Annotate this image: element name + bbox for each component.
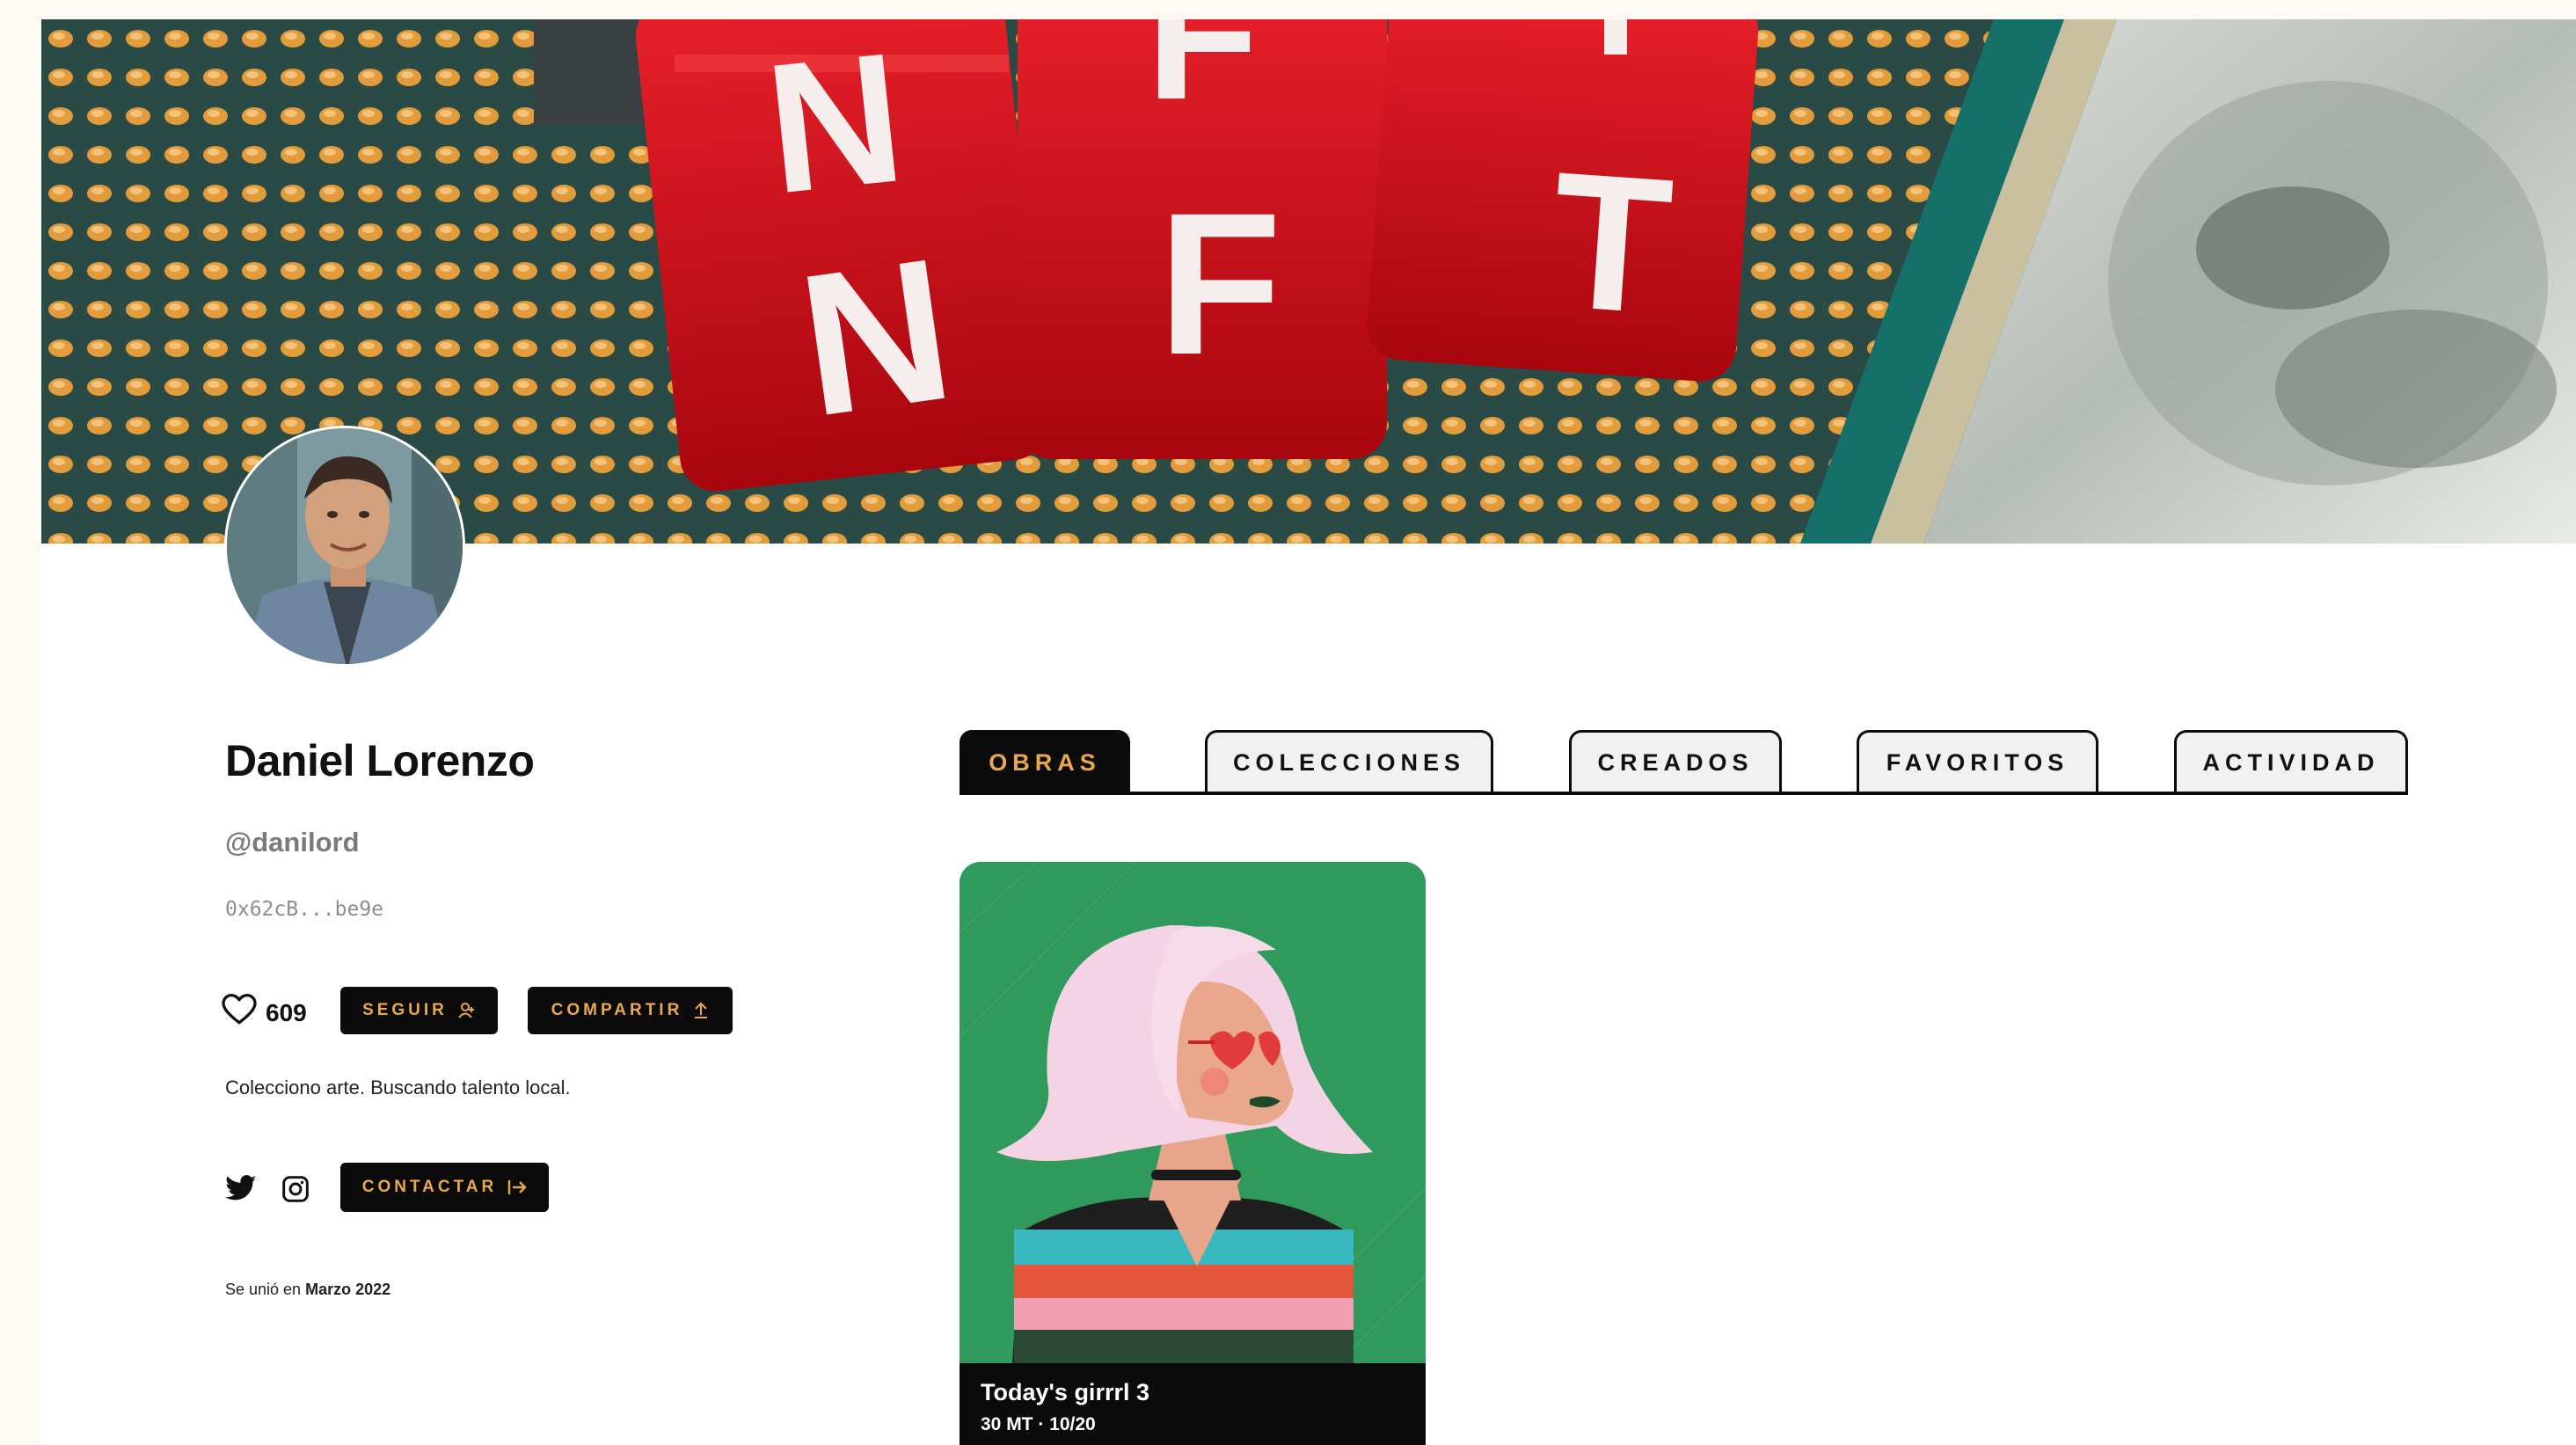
share-upload-icon — [693, 1002, 709, 1019]
banner-letter-f: F — [1158, 171, 1282, 397]
likes-count: 609 — [266, 998, 307, 1026]
likes-counter[interactable]: 609 — [222, 993, 307, 1032]
contact-button[interactable]: CONTACTAR — [340, 1163, 549, 1212]
profile-bio: Colecciono arte. Buscando talento local. — [225, 1076, 571, 1098]
banner-letter-n: N — [788, 215, 964, 459]
follow-button-label: SEGUIR — [362, 1001, 448, 1019]
artwork-footer: Today's girrrl 3 30 MT · 10/20 — [960, 1363, 1426, 1445]
svg-text:N: N — [758, 19, 912, 233]
top-strip — [0, 0, 2576, 19]
follow-user-icon — [458, 1002, 476, 1019]
svg-text:T: T — [1567, 19, 1664, 89]
share-button[interactable]: COMPARTIR — [528, 987, 733, 1034]
joined-prefix: Se unió en — [225, 1281, 302, 1298]
artwork-title: Today's girrrl 3 — [981, 1379, 1149, 1405]
artwork-card[interactable]: Today's girrrl 3 30 MT · 10/20 — [960, 862, 1426, 1445]
heart-icon[interactable] — [222, 993, 257, 1032]
share-button-label: COMPARTIR — [551, 1001, 683, 1019]
tab-favoritos[interactable]: FAVORITOS — [1857, 730, 2098, 793]
wallet-address[interactable]: 0x62cB...be9e — [225, 898, 383, 921]
tab-actividad[interactable]: ACTIVIDAD — [2174, 730, 2408, 793]
profile-handle: @danilord — [225, 827, 360, 858]
joined-date: Se unió en Marzo 2022 — [225, 1281, 390, 1299]
tab-creados[interactable]: CREADOS — [1569, 730, 1782, 793]
artwork-meta: 30 MT · 10/20 — [981, 1414, 1096, 1434]
instagram-icon[interactable] — [278, 1171, 313, 1207]
joined-month: Marzo 2022 — [305, 1281, 391, 1298]
svg-text:F: F — [1146, 19, 1259, 138]
avatar[interactable] — [224, 426, 465, 667]
tab-colecciones[interactable]: COLECCIONES — [1205, 730, 1493, 793]
profile-name: Daniel Lorenzo — [225, 736, 535, 785]
banner-letter-t: T — [1545, 131, 1678, 355]
follow-button[interactable]: SEGUIR — [340, 987, 498, 1034]
contact-button-label: CONTACTAR — [361, 1178, 498, 1196]
tab-obras[interactable]: OBRAS — [960, 730, 1130, 793]
twitter-icon[interactable] — [223, 1171, 259, 1207]
tabs-underline — [960, 792, 2408, 795]
contact-exit-icon — [507, 1179, 527, 1195]
artwork-image — [960, 862, 1426, 1363]
